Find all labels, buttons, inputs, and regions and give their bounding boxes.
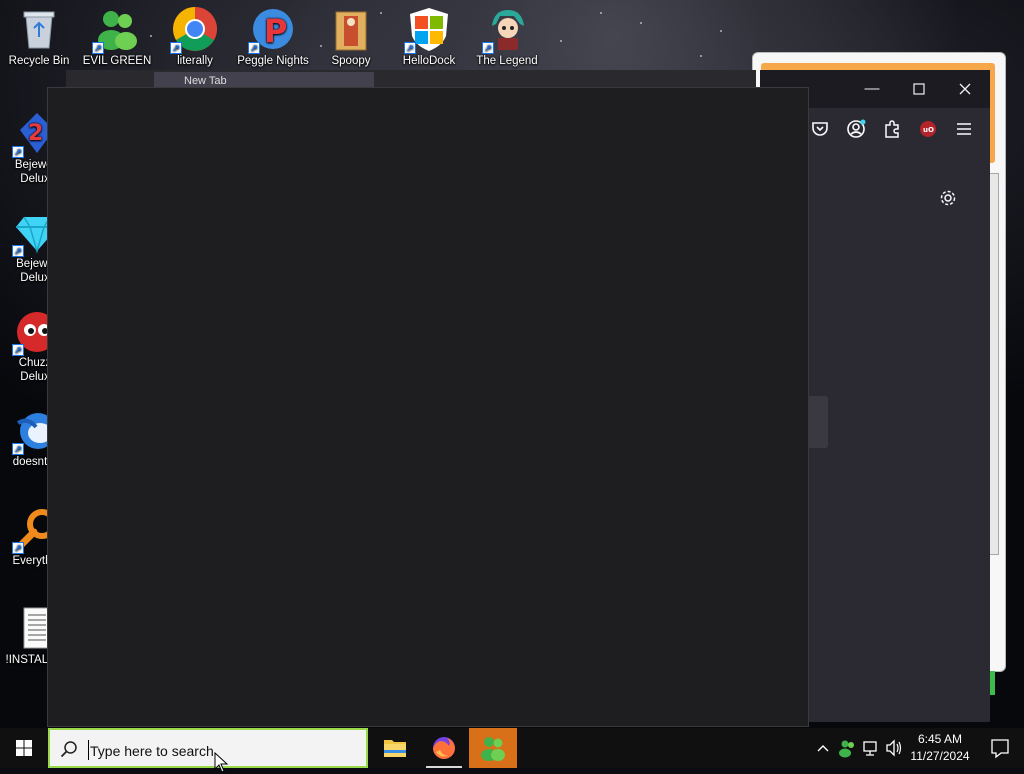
shortcut-arrow-icon: ↗	[12, 542, 24, 554]
clock-time: 6:45 AM	[917, 732, 963, 746]
shortcut-arrow-icon: ↗	[12, 443, 24, 455]
blank-dark-window	[47, 87, 809, 727]
desktop-icon-the-legend[interactable]: ↗ The Legend	[469, 2, 545, 68]
icon-label: The Legend	[476, 55, 538, 67]
desktop-icon-chrome[interactable]: ↗ literally	[157, 2, 233, 68]
taskbar-search-box[interactable]	[48, 728, 368, 773]
desktop-icon-hellodock[interactable]: ↗ HelloDock	[391, 2, 467, 68]
shortcut-arrow-icon: ↗	[12, 146, 24, 158]
folder-figure-icon	[328, 6, 374, 52]
taskbar-green-people-app[interactable]	[469, 728, 517, 768]
maximize-button[interactable]	[908, 78, 930, 100]
pocket-icon[interactable]	[809, 118, 831, 140]
icon-label: Peggle Nights	[237, 55, 309, 67]
shortcut-arrow-icon: ↗	[12, 344, 24, 356]
desktop-icon-spoopy[interactable]: Spoopy	[313, 2, 389, 68]
svg-text:2: 2	[28, 121, 43, 146]
close-button[interactable]	[954, 78, 976, 100]
shortcut-arrow-icon: ↗	[248, 42, 260, 54]
shortcut-arrow-icon: ↗	[12, 245, 24, 257]
icon-label: Spoopy	[331, 55, 371, 67]
chrome-icon: ↗	[170, 6, 218, 54]
content-scroll-handle[interactable]	[808, 396, 828, 448]
green-people-icon	[481, 737, 505, 761]
notification-icon	[991, 739, 1009, 759]
tray-green-people-icon[interactable]	[836, 728, 856, 768]
taskbar-firefox[interactable]	[420, 728, 468, 768]
mouse-cursor-icon	[214, 752, 229, 773]
clock-date: 11/27/2024	[910, 749, 970, 763]
network-icon[interactable]	[861, 728, 881, 768]
taskbar: 6:45 AM 11/27/2024	[0, 728, 1024, 773]
icon-label: EVIL GREEN	[82, 55, 152, 67]
shortcut-arrow-icon: ↗	[170, 42, 182, 54]
desktop: Recycle Bin ↗ EVIL GREEN ↗ literally P ↗…	[0, 0, 1024, 728]
notification-center-button[interactable]	[980, 728, 1020, 768]
icon-label: Recycle Bin	[8, 55, 70, 67]
green-people-icon: ↗	[92, 6, 140, 54]
shortcut-arrow-icon: ↗	[482, 42, 494, 54]
search-icon	[60, 740, 78, 758]
extensions-icon[interactable]	[881, 118, 903, 140]
desktop-icon-evil-green[interactable]: ↗ EVIL GREEN	[79, 2, 155, 68]
background-window-scrollbar[interactable]	[989, 173, 999, 555]
taskbar-clock[interactable]: 6:45 AM 11/27/2024	[904, 731, 976, 765]
volume-icon[interactable]	[884, 728, 904, 768]
taskbar-file-explorer[interactable]	[371, 728, 419, 768]
icon-label: HelloDock	[402, 55, 456, 67]
gear-icon[interactable]	[938, 188, 958, 208]
shortcut-arrow-icon: ↗	[404, 42, 416, 54]
firefox-icon	[433, 737, 455, 759]
account-icon[interactable]	[845, 118, 867, 140]
text-caret	[88, 740, 89, 760]
menu-icon[interactable]	[953, 118, 975, 140]
show-hidden-icons-chevron-up-icon[interactable]	[814, 728, 832, 768]
desktop-icon-recycle-bin[interactable]: Recycle Bin	[1, 2, 77, 68]
recycle-bin-icon	[16, 6, 62, 52]
svg-text:P: P	[264, 12, 287, 50]
anime-character-icon: ↗	[482, 6, 530, 54]
desktop-icon-peggle-nights[interactable]: P ↗ Peggle Nights	[235, 2, 311, 68]
ublock-origin-icon[interactable]: uO	[917, 118, 939, 140]
peggle-icon: P ↗	[248, 6, 296, 54]
tab-title: New Tab	[184, 75, 227, 87]
folder-icon	[384, 740, 406, 757]
minimize-button[interactable]: —	[861, 78, 883, 100]
shortcut-arrow-icon: ↗	[92, 42, 104, 54]
windows-logo-icon	[16, 740, 32, 756]
start-button[interactable]	[0, 728, 48, 768]
windows-shield-icon: ↗	[404, 6, 452, 54]
icon-label: literally	[177, 55, 213, 67]
svg-text:uO: uO	[923, 126, 934, 134]
